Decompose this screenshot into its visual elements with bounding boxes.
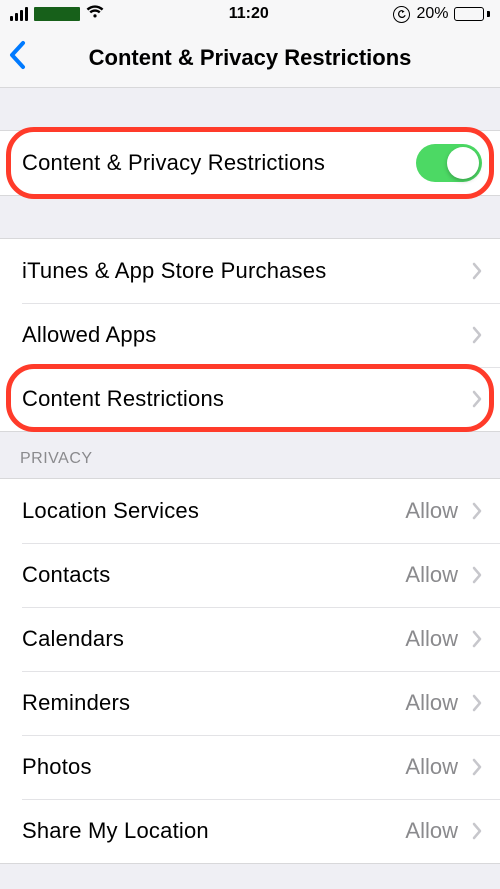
orientation-lock-icon: [393, 6, 410, 23]
row-itunes-appstore[interactable]: iTunes & App Store Purchases: [0, 239, 500, 303]
battery-percentage: 20%: [416, 5, 448, 23]
page-title: Content & Privacy Restrictions: [89, 45, 412, 71]
row-value: Allow: [405, 818, 458, 844]
row-label: iTunes & App Store Purchases: [22, 258, 472, 284]
row-label: Photos: [22, 754, 405, 780]
row-value: Allow: [405, 626, 458, 652]
chevron-right-icon: [472, 758, 482, 776]
status-left: [10, 5, 104, 24]
toggle-content-privacy[interactable]: [416, 144, 482, 182]
row-location-services[interactable]: Location Services Allow: [0, 479, 500, 543]
status-right: 20%: [393, 5, 490, 23]
row-content-privacy-restrictions[interactable]: Content & Privacy Restrictions: [0, 131, 500, 195]
row-label: Location Services: [22, 498, 405, 524]
chevron-right-icon: [472, 566, 482, 584]
row-label: Allowed Apps: [22, 322, 472, 348]
group-content-settings: iTunes & App Store Purchases Allowed App…: [0, 238, 500, 432]
row-allowed-apps[interactable]: Allowed Apps: [0, 303, 500, 367]
cellular-signal-icon: [10, 7, 28, 21]
row-content-restrictions[interactable]: Content Restrictions: [0, 367, 500, 431]
row-value: Allow: [405, 690, 458, 716]
row-label: Reminders: [22, 690, 405, 716]
chevron-right-icon: [472, 822, 482, 840]
chevron-right-icon: [472, 262, 482, 280]
group-master-toggle: Content & Privacy Restrictions: [0, 130, 500, 196]
row-value: Allow: [405, 754, 458, 780]
carrier-redacted: [34, 7, 80, 21]
chevron-right-icon: [472, 694, 482, 712]
row-value: Allow: [405, 562, 458, 588]
row-label: Contacts: [22, 562, 405, 588]
wifi-icon: [86, 5, 104, 24]
row-label: Calendars: [22, 626, 405, 652]
row-label: Share My Location: [22, 818, 405, 844]
group-privacy: Location Services Allow Contacts Allow C…: [0, 478, 500, 864]
row-calendars[interactable]: Calendars Allow: [0, 607, 500, 671]
status-bar: 11:20 20%: [0, 0, 500, 28]
row-share-my-location[interactable]: Share My Location Allow: [0, 799, 500, 863]
row-photos[interactable]: Photos Allow: [0, 735, 500, 799]
chevron-right-icon: [472, 630, 482, 648]
battery-icon: [454, 7, 490, 21]
chevron-right-icon: [472, 326, 482, 344]
row-label: Content Restrictions: [22, 386, 472, 412]
chevron-right-icon: [472, 390, 482, 408]
row-contacts[interactable]: Contacts Allow: [0, 543, 500, 607]
row-value: Allow: [405, 498, 458, 524]
back-button[interactable]: [8, 40, 26, 76]
section-header-privacy: PRIVACY: [0, 432, 500, 478]
row-label: Content & Privacy Restrictions: [22, 150, 416, 176]
row-reminders[interactable]: Reminders Allow: [0, 671, 500, 735]
navigation-bar: Content & Privacy Restrictions: [0, 28, 500, 88]
status-time: 11:20: [229, 5, 269, 23]
chevron-right-icon: [472, 502, 482, 520]
